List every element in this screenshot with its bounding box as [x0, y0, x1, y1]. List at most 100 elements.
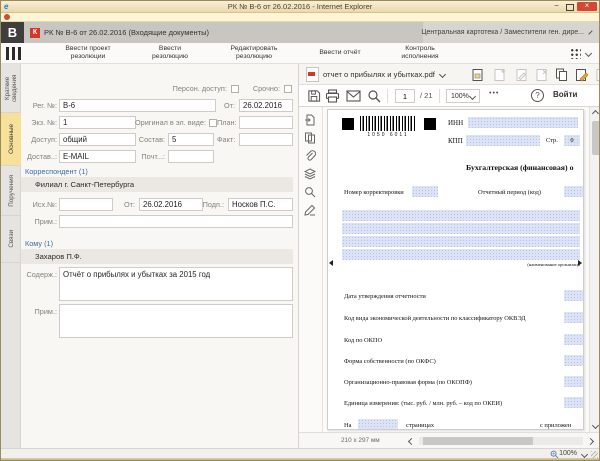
send-doc-icon[interactable]: [595, 68, 600, 82]
postal-field[interactable]: [168, 150, 214, 163]
cabinet-path: Центральная картотека / Заместители ген.…: [421, 29, 584, 36]
urgent-checkbox[interactable]: [284, 85, 292, 93]
search-icon[interactable]: [367, 89, 381, 103]
find-icon[interactable]: [304, 186, 316, 198]
consist-field[interactable]: [168, 133, 214, 146]
tab-main[interactable]: Основные: [1, 113, 21, 166]
attachment-viewer-panel: отчет о прибылях и убытках.pdf / 21 100%…: [299, 64, 600, 448]
attachment-text: с приложен: [540, 422, 571, 429]
enter-resolution-button[interactable]: Ввести резолюцию: [141, 45, 199, 61]
content-field[interactable]: Отчёт о прибылях и убытках за 2015 год: [59, 267, 293, 301]
scroll-right-icon[interactable]: [587, 438, 594, 445]
restore-button[interactable]: [563, 2, 576, 11]
horizontal-scrollbar[interactable]: [419, 437, 583, 445]
chevron-down-icon: [588, 30, 592, 34]
corr-date-field[interactable]: [139, 198, 203, 211]
chevron-down-icon[interactable]: [585, 49, 592, 56]
person-access-checkbox[interactable]: [231, 85, 239, 93]
access-field[interactable]: [59, 133, 136, 146]
signature-icon[interactable]: [304, 204, 316, 216]
corr-note-field[interactable]: [59, 215, 293, 228]
original-electronic-label: Оригинал в эл. виде:: [121, 116, 206, 129]
app-header: В К РК № В-6 от 26.02.2016 (Входящие док…: [1, 22, 599, 43]
export-page-icon[interactable]: [304, 114, 316, 126]
email-icon[interactable]: [346, 90, 361, 102]
registration-card-form: Персон. доступ: Срочно: Рег. №: От: Экз.…: [21, 64, 299, 448]
page-number-input[interactable]: [395, 89, 415, 103]
addressee-section-link[interactable]: Кому (1): [25, 239, 53, 248]
new-version-icon[interactable]: [493, 68, 506, 82]
sign-in-button[interactable]: Войти: [553, 90, 577, 99]
original-electronic-checkbox[interactable]: [209, 119, 217, 127]
form-row-field: [564, 397, 584, 408]
cabinet-selector[interactable]: Центральная картотека / Заместители ген.…: [423, 22, 599, 43]
tab-instructions[interactable]: Поручения: [1, 166, 21, 216]
scrollbar-thumb[interactable]: [592, 121, 600, 155]
document-title: РК № В-6 от 26.02.2016 (Входящие докумен…: [44, 28, 209, 37]
reg-date-field[interactable]: [239, 99, 293, 112]
plan-label: План:: [217, 116, 235, 129]
enter-report-button[interactable]: Ввести отчёт: [309, 49, 371, 57]
correction-label: Номер корректировки: [344, 189, 404, 196]
delete-version-icon[interactable]: [535, 68, 548, 82]
preview-doc-icon[interactable]: [471, 68, 484, 82]
barcode: [360, 116, 416, 131]
attachment-file-name[interactable]: отчет о прибылях и убытках.pdf: [323, 70, 435, 79]
tab-links[interactable]: Связи: [1, 216, 21, 263]
print-icon[interactable]: [325, 89, 340, 103]
chevron-down-icon[interactable]: [581, 451, 588, 458]
scrollbar-thumb[interactable]: [423, 437, 533, 445]
reg-number-field[interactable]: [59, 99, 216, 112]
help-icon[interactable]: ?: [531, 89, 544, 102]
form-row-label: Единица измерения: (тыс. руб. / млн. руб…: [344, 400, 502, 407]
vertical-scrollbar[interactable]: [589, 107, 600, 432]
fact-label: Факт:: [217, 133, 235, 146]
edit-version-icon[interactable]: [515, 68, 528, 82]
scroll-up-icon[interactable]: [592, 110, 599, 117]
fact-date-field[interactable]: [239, 133, 293, 146]
signed-field[interactable]: [228, 198, 293, 211]
plan-date-field[interactable]: [239, 116, 293, 129]
org-name-field: [342, 223, 580, 234]
edit-resolution-button[interactable]: Редактировать резолюцию: [215, 45, 293, 61]
copy-doc-icon[interactable]: [555, 68, 568, 82]
close-button[interactable]: ×: [577, 2, 597, 11]
delivery-field[interactable]: [59, 150, 136, 163]
chevron-down-icon[interactable]: [439, 70, 446, 77]
correspondent-section-link[interactable]: Корреспондент (1): [25, 167, 88, 176]
note-field[interactable]: [59, 304, 293, 338]
document-header: К РК № В-6 от 26.02.2016 (Входящие докум…: [24, 22, 423, 43]
enter-draft-resolution-button[interactable]: Ввести проект резолюции: [51, 45, 125, 61]
menu-icon[interactable]: [6, 47, 21, 60]
execution-control-button[interactable]: Контроль исполнения: [387, 45, 453, 61]
layers-icon[interactable]: [304, 168, 316, 180]
page-thumbnails-icon[interactable]: [304, 132, 316, 144]
urgent-label: Срочно:: [253, 84, 280, 93]
more-tools-button[interactable]: •••: [489, 90, 499, 97]
period-label: Отчетный период (код): [478, 189, 541, 196]
scroll-down-icon[interactable]: [592, 422, 599, 429]
attachments-icon[interactable]: [304, 150, 316, 162]
page-number-field: 0: [564, 135, 580, 146]
browser-zoom-level[interactable]: 100%: [559, 450, 577, 457]
addressee-name-row[interactable]: Захаров П.Ф.: [21, 249, 293, 264]
apps-grid-icon[interactable]: [569, 47, 581, 59]
save-icon[interactable]: [307, 89, 321, 103]
resize-grip[interactable]: [591, 451, 598, 458]
delivery-label: Достав..:: [21, 150, 57, 163]
content-label: Содерж.:: [21, 268, 57, 281]
barcode-digits: 1050 6011: [360, 132, 416, 138]
edit-doc-icon[interactable]: [575, 68, 588, 82]
tab-brief-info[interactable]: Краткие сведения: [1, 64, 21, 113]
form-row-field: [564, 312, 584, 323]
form-row-field: [564, 334, 584, 345]
outgoing-number-field[interactable]: [59, 198, 113, 211]
pdf-page: 1050 6011 ИНН КПП Стр. 0 Бухгалтерская (…: [327, 109, 584, 430]
period-field: [564, 186, 584, 197]
zoom-select[interactable]: 100%: [446, 89, 480, 103]
scroll-left-icon[interactable]: [408, 438, 415, 445]
org-name-field: [342, 210, 580, 221]
pages-prefix-label: На: [344, 422, 351, 429]
correspondent-name-row[interactable]: Филиал г. Санкт-Петербурга: [21, 177, 293, 192]
minimize-button[interactable]: −: [550, 2, 563, 11]
